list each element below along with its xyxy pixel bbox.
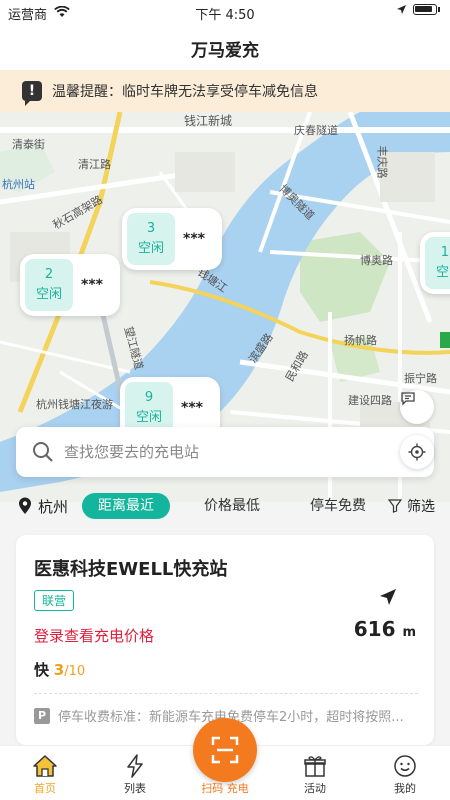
station-status: 空闲 [35, 287, 62, 302]
map-label: 杭州钱塘江夜游 [36, 398, 113, 411]
map-label: 振宁路 [404, 372, 437, 385]
tab-label: 扫码 充电 [201, 782, 249, 795]
station-card[interactable]: 医惠科技EWELL快充站 联营 616 m 登录查看充电价格 快 3/10 P … [16, 535, 434, 745]
location-pin-icon [19, 497, 31, 514]
status-bar: 运营商 下午 4:50 [0, 0, 450, 26]
tab-label: 首页 [34, 782, 56, 795]
location-arrow-icon [397, 5, 406, 14]
tab-scan[interactable]: 扫码 充电 [185, 780, 265, 796]
tab-home[interactable]: 首页 [5, 752, 85, 796]
station-price: *** [181, 400, 203, 416]
fast-label: 快 [34, 661, 50, 679]
map-label: 扬帆路 [344, 334, 377, 347]
page-title: 万马爱充 [191, 41, 259, 61]
search-bar[interactable] [16, 427, 434, 477]
tab-list[interactable]: 列表 [95, 752, 175, 796]
station-count: 12 [440, 245, 450, 260]
clock: 下午 4:50 [195, 8, 255, 23]
distance-value: 616 [353, 617, 396, 641]
login-price-link[interactable]: 登录查看充电价格 [34, 625, 154, 646]
filter-nearest[interactable]: 距离最近 [82, 493, 170, 519]
station-marker[interactable]: 2 空闲 *** [20, 254, 120, 316]
locate-icon [408, 443, 426, 461]
station-availability: 2 空闲 [25, 259, 73, 311]
station-count: 9 [144, 390, 154, 405]
station-count: 3 [146, 221, 156, 236]
home-icon [33, 755, 57, 777]
scan-icon [211, 736, 239, 764]
feedback-button[interactable] [400, 390, 434, 424]
lightning-icon [127, 754, 143, 778]
station-marker[interactable]: 12 空闲 [420, 232, 450, 294]
station-price: *** [81, 277, 103, 293]
filter-label: 筛选 [407, 499, 435, 515]
smiley-icon [394, 755, 416, 777]
alert-icon: ! [22, 81, 42, 106]
station-distance: 616 m [354, 617, 416, 641]
chat-icon [401, 392, 415, 406]
station-count: 2 [44, 267, 54, 282]
tab-activity[interactable]: 活动 [275, 752, 355, 796]
map-label: 博奥路 [360, 254, 393, 267]
map-label: 清泰街 [12, 138, 45, 151]
map-label: 建设四路 [348, 394, 392, 407]
station-price: *** [183, 231, 205, 247]
tab-label: 我的 [394, 782, 416, 795]
fast-charger-status: 快 3/10 [34, 659, 85, 680]
tab-label: 活动 [304, 782, 326, 795]
search-input[interactable] [64, 443, 384, 461]
distance-unit: m [402, 625, 416, 640]
station-availability: 3 空闲 [127, 213, 175, 265]
map-label: 钱江新城 [184, 114, 233, 128]
battery-icon [413, 4, 437, 15]
battery-cap [438, 7, 440, 12]
gift-icon [304, 756, 326, 777]
notice-text: 温馨提醒：临时车牌无法享受停车减免信息 [52, 84, 318, 100]
filter-free-parking[interactable]: 停车免费 [294, 493, 382, 519]
map-label: 杭州站 [2, 178, 35, 191]
city-selector[interactable]: 杭州 [18, 496, 80, 517]
station-name: 医惠科技EWELL快充站 [34, 559, 228, 580]
nav-bar: 万马爱充 [0, 26, 450, 70]
station-status: 空闲 [435, 265, 450, 280]
station-status: 空闲 [137, 241, 164, 256]
notice-banner: ! 温馨提醒：临时车牌无法享受停车减免信息 [0, 70, 450, 112]
station-marker[interactable]: 3 空闲 *** [122, 208, 222, 270]
locate-button[interactable] [400, 435, 434, 469]
filter-cheapest[interactable]: 价格最低 [188, 493, 276, 519]
filter-button[interactable]: 筛选 [388, 496, 435, 516]
funnel-icon [388, 499, 402, 513]
fast-available: 3 [53, 661, 65, 679]
station-status: 空闲 [135, 410, 162, 425]
navigate-icon[interactable] [378, 587, 398, 607]
map-label: 丰庆路 [375, 145, 389, 179]
map-label: 清江路 [78, 158, 111, 171]
tab-mine[interactable]: 我的 [365, 752, 445, 796]
tab-label: 列表 [124, 782, 146, 795]
map-label: 庆春隧道 [294, 124, 338, 137]
scan-charge-button[interactable] [193, 718, 257, 782]
search-icon [33, 442, 53, 462]
city-label: 杭州 [38, 497, 69, 516]
station-availability: 12 空闲 [425, 237, 450, 289]
divider [34, 693, 418, 694]
filter-bar: 杭州 距离最近 价格最低 停车免费 筛选 [0, 488, 450, 524]
station-tag: 联营 [34, 590, 75, 611]
fast-total: /10 [64, 664, 86, 679]
parking-icon: P [34, 707, 50, 724]
